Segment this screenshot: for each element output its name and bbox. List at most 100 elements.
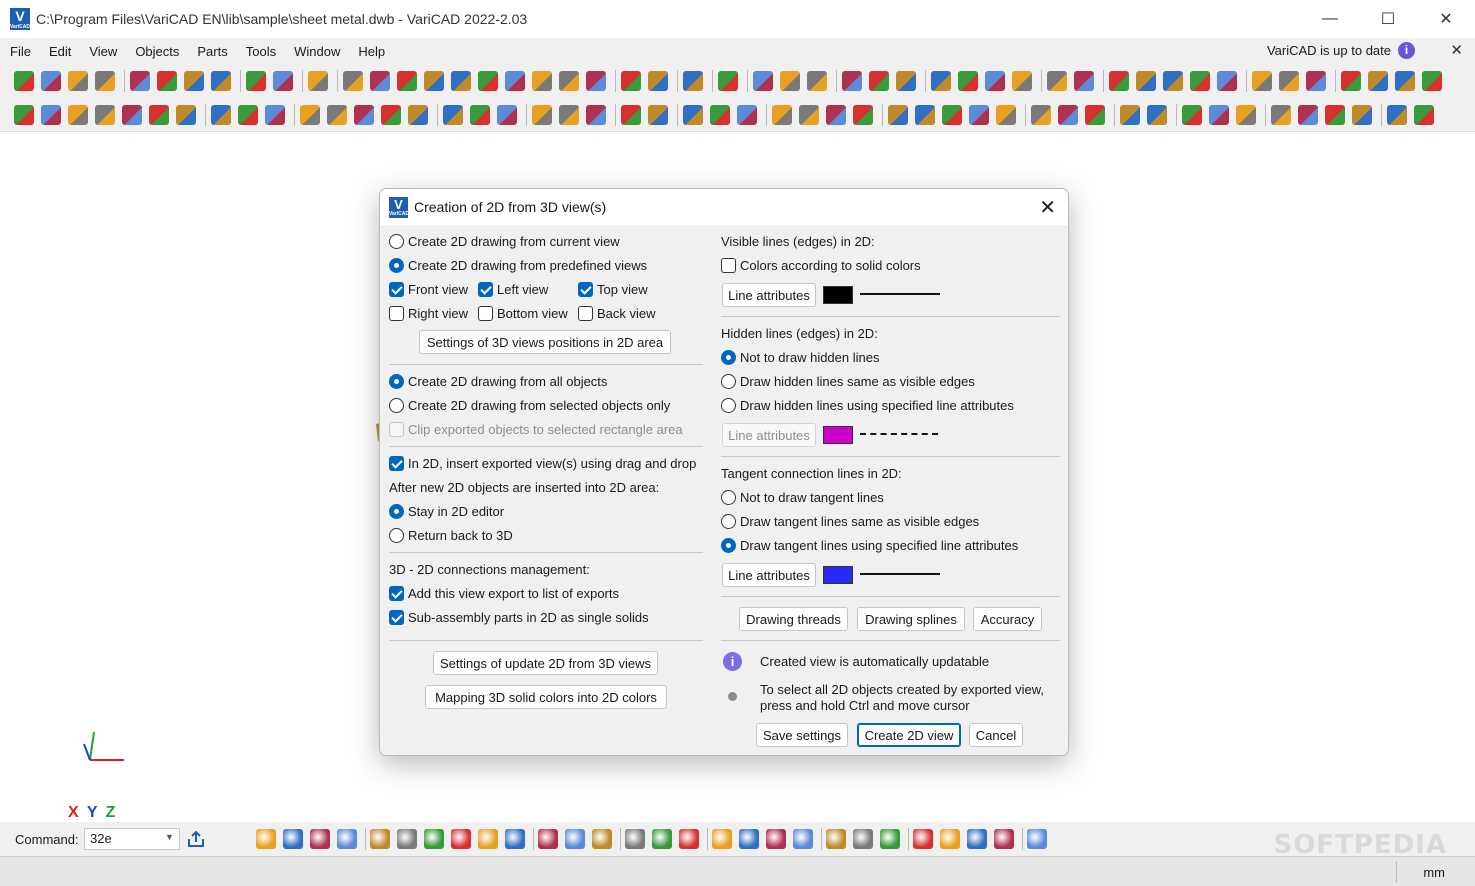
- command-tool-icon[interactable]: [679, 829, 699, 849]
- dialog-close-button[interactable]: ✕: [1039, 195, 1056, 220]
- radio-create-all-objects[interactable]: Create 2D drawing from all objects: [389, 374, 607, 389]
- command-tool-icon[interactable]: [337, 829, 357, 849]
- checkbox-icon[interactable]: [389, 306, 404, 321]
- toolbar-tool-icon[interactable]: [1163, 71, 1183, 91]
- radio-return-to-3d[interactable]: Return back to 3D: [389, 528, 513, 543]
- info-icon[interactable]: i: [1398, 42, 1415, 59]
- toolbar-tool-icon[interactable]: [1368, 71, 1388, 91]
- radio-stay-in-2d[interactable]: Stay in 2D editor: [389, 504, 504, 519]
- toolbar-tool-icon[interactable]: [95, 105, 115, 125]
- toolbar-tool-icon[interactable]: [1414, 105, 1434, 125]
- radio-selected-icon[interactable]: [389, 504, 404, 519]
- toolbar-tool-icon[interactable]: [1120, 105, 1140, 125]
- toolbar-tool-icon[interactable]: [1217, 71, 1237, 91]
- toolbar-tool-icon[interactable]: [853, 105, 873, 125]
- checkbox-checked-icon[interactable]: [389, 456, 404, 471]
- toolbar-tool-icon[interactable]: [1209, 105, 1229, 125]
- radio-tangent-specified[interactable]: Draw tangent lines using specified line …: [721, 538, 1018, 553]
- toolbar-tool-icon[interactable]: [559, 71, 579, 91]
- toolbar-tool-icon[interactable]: [532, 71, 552, 91]
- command-tool-icon[interactable]: [913, 829, 933, 849]
- toolbar-tool-icon[interactable]: [1395, 71, 1415, 91]
- menu-file[interactable]: File: [0, 44, 40, 59]
- toolbar-tool-icon[interactable]: [1252, 71, 1272, 91]
- radio-tangent-same-visible[interactable]: Draw tangent lines same as visible edges: [721, 514, 979, 529]
- command-tool-icon[interactable]: [652, 829, 672, 849]
- toolbar-tool-icon[interactable]: [443, 105, 463, 125]
- toolbar-tool-icon[interactable]: [1012, 71, 1032, 91]
- command-tool-icon[interactable]: [967, 829, 987, 849]
- toolbar-tool-icon[interactable]: [211, 105, 231, 125]
- drawing-threads-button[interactable]: Drawing threads: [739, 607, 848, 631]
- command-tool-icon[interactable]: [853, 829, 873, 849]
- visible-line-attributes-button[interactable]: Line attributes: [722, 283, 816, 307]
- radio-icon[interactable]: [389, 398, 404, 413]
- toolbar-tool-icon[interactable]: [753, 71, 773, 91]
- command-tool-icon[interactable]: [793, 829, 813, 849]
- checkbox-checked-icon[interactable]: [389, 586, 404, 601]
- tangent-color-swatch[interactable]: [823, 566, 853, 584]
- tangent-line-attributes-button[interactable]: Line attributes: [722, 563, 816, 587]
- toolbar-tool-icon[interactable]: [478, 71, 498, 91]
- toolbar-tool-icon[interactable]: [1271, 105, 1291, 125]
- toolbar-tool-icon[interactable]: [122, 105, 142, 125]
- radio-create-predefined-views[interactable]: Create 2D drawing from predefined views: [389, 258, 647, 273]
- radio-icon[interactable]: [721, 514, 736, 529]
- toolbar-tool-icon[interactable]: [265, 105, 285, 125]
- radio-selected-icon[interactable]: [721, 350, 736, 365]
- checkbox-icon[interactable]: [478, 306, 493, 321]
- radio-icon[interactable]: [389, 528, 404, 543]
- menu-parts[interactable]: Parts: [188, 44, 236, 59]
- toolbar-tool-icon[interactable]: [327, 105, 347, 125]
- toolbar-tool-icon[interactable]: [95, 71, 115, 91]
- command-tool-icon[interactable]: [826, 829, 846, 849]
- command-tool-icon[interactable]: [565, 829, 585, 849]
- checkbox-checked-icon[interactable]: [478, 282, 493, 297]
- toolbar-tool-icon[interactable]: [397, 71, 417, 91]
- command-tool-icon[interactable]: [712, 829, 732, 849]
- radio-create-current-view[interactable]: Create 2D drawing from current view: [389, 234, 620, 249]
- cancel-button[interactable]: Cancel: [969, 723, 1023, 747]
- toolbar-tool-icon[interactable]: [505, 71, 525, 91]
- export-icon[interactable]: [186, 829, 206, 849]
- checkbox-checked-icon[interactable]: [389, 610, 404, 625]
- toolbar-tool-icon[interactable]: [737, 105, 757, 125]
- command-tool-icon[interactable]: [994, 829, 1014, 849]
- toolbar-tool-icon[interactable]: [710, 105, 730, 125]
- command-tool-icon[interactable]: [424, 829, 444, 849]
- toolbar-tool-icon[interactable]: [559, 105, 579, 125]
- toolbar-tool-icon[interactable]: [470, 105, 490, 125]
- toolbar-tool-icon[interactable]: [1325, 105, 1345, 125]
- toolbar-tool-icon[interactable]: [308, 71, 328, 91]
- radio-selected-icon[interactable]: [721, 538, 736, 553]
- toolbar-tool-icon[interactable]: [41, 71, 61, 91]
- toolbar-tool-icon[interactable]: [14, 71, 34, 91]
- radio-selected-icon[interactable]: [389, 258, 404, 273]
- radio-tangent-not-draw[interactable]: Not to draw tangent lines: [721, 490, 884, 505]
- menu-objects[interactable]: Objects: [126, 44, 188, 59]
- toolbar-tool-icon[interactable]: [273, 71, 293, 91]
- toolbar-tool-icon[interactable]: [1031, 105, 1051, 125]
- visible-color-swatch[interactable]: [823, 286, 853, 304]
- menu-edit[interactable]: Edit: [40, 44, 80, 59]
- mapping-colors-button[interactable]: Mapping 3D solid colors into 2D colors: [425, 685, 667, 709]
- menu-tools[interactable]: Tools: [237, 44, 285, 59]
- toolbar-tool-icon[interactable]: [996, 105, 1016, 125]
- toolbar-tool-icon[interactable]: [896, 71, 916, 91]
- toolbar-tool-icon[interactable]: [1136, 71, 1156, 91]
- toolbar-tool-icon[interactable]: [1190, 71, 1210, 91]
- toolbar-tool-icon[interactable]: [343, 71, 363, 91]
- toolbar-tool-icon[interactable]: [41, 105, 61, 125]
- command-tool-icon[interactable]: [739, 829, 759, 849]
- command-tool-icon[interactable]: [451, 829, 471, 849]
- command-tool-icon[interactable]: [505, 829, 525, 849]
- checkbox-insert-drag-drop[interactable]: In 2D, insert exported view(s) using dra…: [389, 456, 696, 471]
- toolbar-tool-icon[interactable]: [1341, 71, 1361, 91]
- checkbox-checked-icon[interactable]: [389, 282, 404, 297]
- checkbox-add-to-exports[interactable]: Add this view export to list of exports: [389, 586, 619, 601]
- command-tool-icon[interactable]: [310, 829, 330, 849]
- command-tool-icon[interactable]: [256, 829, 276, 849]
- toolbar-tool-icon[interactable]: [497, 105, 517, 125]
- toolbar-tool-icon[interactable]: [826, 105, 846, 125]
- toolbar-tool-icon[interactable]: [683, 105, 703, 125]
